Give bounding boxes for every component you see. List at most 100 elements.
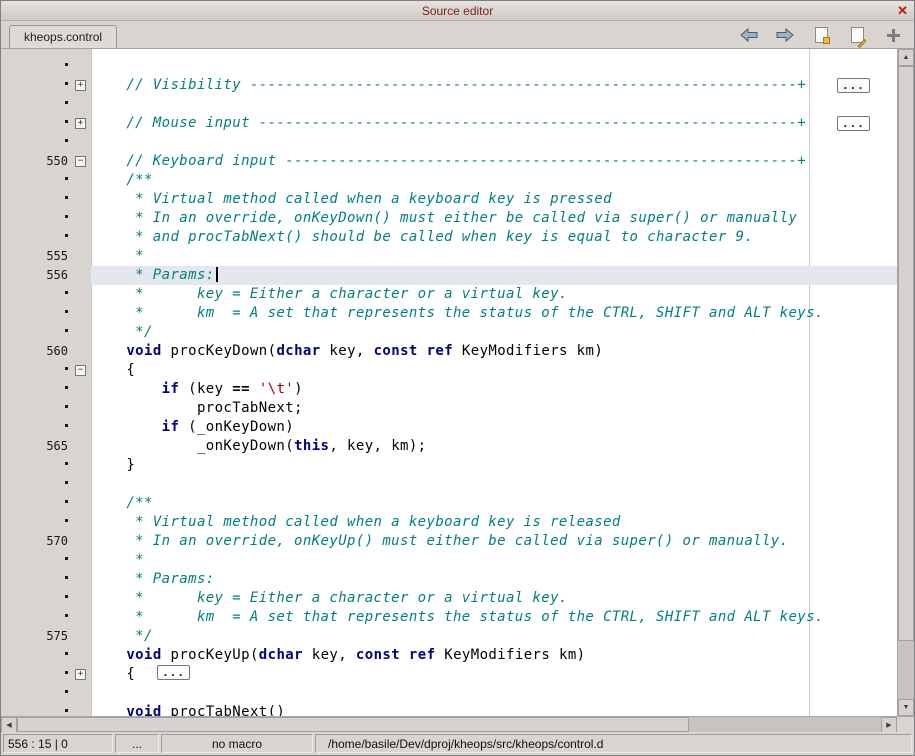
code-line[interactable]: * km = A set that represents the status … (1, 608, 897, 627)
code-text[interactable]: /** (91, 171, 897, 190)
code-text[interactable]: _onKeyDown(this, key, km); (91, 437, 897, 456)
code-line[interactable]: procTabNext; (1, 399, 897, 418)
code-text[interactable] (91, 684, 897, 703)
horizontal-scroll-track[interactable] (17, 717, 881, 732)
code-line[interactable]: * Params: (1, 570, 897, 589)
code-line[interactable]: − { (1, 361, 897, 380)
code-line[interactable]: + // Visibility ------------------------… (1, 76, 897, 95)
fold-collapse-icon[interactable]: − (75, 365, 86, 376)
folded-code-ellipsis[interactable]: ... (157, 665, 190, 680)
code-line[interactable] (1, 684, 897, 703)
code-text[interactable]: * km = A set that represents the status … (91, 304, 897, 323)
code-text[interactable]: * Params: (91, 266, 897, 285)
previous-location-icon[interactable] (738, 24, 760, 46)
code-editor[interactable]: + // Visibility ------------------------… (1, 49, 897, 716)
code-line[interactable]: } (1, 456, 897, 475)
code-line[interactable]: + {... (1, 665, 897, 684)
fold-collapse-icon[interactable]: − (75, 156, 86, 167)
fold-column: + (73, 665, 91, 684)
down-arrow-icon: ▼ (903, 704, 910, 711)
code-line[interactable]: * Virtual method called when a keyboard … (1, 190, 897, 209)
code-line[interactable]: void procTabNext() (1, 703, 897, 716)
code-line[interactable]: 555 * (1, 247, 897, 266)
code-text[interactable]: * In an override, onKeyUp() must either … (91, 532, 897, 551)
code-line[interactable]: * km = A set that represents the status … (1, 304, 897, 323)
code-line[interactable]: * (1, 551, 897, 570)
code-line[interactable]: * In an override, onKeyDown() must eithe… (1, 209, 897, 228)
code-text[interactable]: void procKeyDown(dchar key, const ref Ke… (91, 342, 897, 361)
code-text[interactable]: procTabNext; (91, 399, 897, 418)
next-location-icon[interactable] (774, 24, 796, 46)
code-line[interactable]: * key = Either a character or a virtual … (1, 589, 897, 608)
horizontal-scrollbar[interactable]: ◀ ▶ (1, 716, 914, 732)
code-text[interactable]: if (_onKeyDown) (91, 418, 897, 437)
code-text[interactable]: // Mouse input -------------------------… (91, 114, 897, 133)
code-text[interactable]: if (key == '\t') (91, 380, 897, 399)
fold-expand-icon[interactable]: + (75, 669, 86, 680)
code-line[interactable]: /** (1, 171, 897, 190)
tab-kheops-control[interactable]: kheops.control (9, 25, 117, 48)
vertical-scroll-track[interactable] (898, 66, 914, 699)
code-text[interactable] (91, 57, 897, 76)
scroll-down-button[interactable]: ▼ (898, 699, 914, 716)
new-document-icon[interactable] (810, 24, 832, 46)
horizontal-scroll-thumb[interactable] (17, 717, 689, 732)
code-line[interactable]: if (_onKeyDown) (1, 418, 897, 437)
code-line[interactable]: * Virtual method called when a keyboard … (1, 513, 897, 532)
folded-code-ellipsis[interactable]: ... (837, 78, 870, 93)
scroll-up-button[interactable]: ▲ (898, 49, 914, 66)
code-line[interactable]: + // Mouse input -----------------------… (1, 114, 897, 133)
code-text[interactable]: * key = Either a character or a virtual … (91, 589, 897, 608)
code-line[interactable]: 560 void procKeyDown(dchar key, const re… (1, 342, 897, 361)
code-text[interactable]: } (91, 456, 897, 475)
edit-document-icon[interactable] (846, 24, 868, 46)
vertical-scrollbar[interactable]: ▲ ▼ (897, 49, 914, 716)
code-line[interactable]: if (key == '\t') (1, 380, 897, 399)
code-text[interactable]: /** (91, 494, 897, 513)
code-text[interactable]: { (91, 361, 897, 380)
code-line[interactable]: 575 */ (1, 627, 897, 646)
code-text[interactable] (91, 95, 897, 114)
code-line[interactable] (1, 475, 897, 494)
code-text[interactable]: */ (91, 627, 897, 646)
code-text[interactable]: */ (91, 323, 897, 342)
close-icon[interactable]: ✕ (897, 3, 908, 19)
fold-expand-icon[interactable]: + (75, 118, 86, 129)
code-line[interactable] (1, 133, 897, 152)
titlebar[interactable]: Source editor ✕ (1, 1, 914, 21)
code-text[interactable]: {... (91, 665, 897, 684)
code-line[interactable]: * key = Either a character or a virtual … (1, 285, 897, 304)
scroll-right-button[interactable]: ▶ (881, 717, 897, 733)
code-text[interactable]: * (91, 247, 897, 266)
code-text[interactable]: * key = Either a character or a virtual … (91, 285, 897, 304)
code-line[interactable]: 565 _onKeyDown(this, key, km); (1, 437, 897, 456)
scroll-left-button[interactable]: ◀ (1, 717, 17, 733)
code-text[interactable]: // Visibility --------------------------… (91, 76, 897, 95)
code-line[interactable]: void procKeyUp(dchar key, const ref KeyM… (1, 646, 897, 665)
code-line[interactable]: 570 * In an override, onKeyUp() must eit… (1, 532, 897, 551)
code-text[interactable]: void procTabNext() (91, 703, 897, 716)
code-text[interactable]: void procKeyUp(dchar key, const ref KeyM… (91, 646, 897, 665)
code-line[interactable] (1, 57, 897, 76)
editor-area: + // Visibility ------------------------… (1, 49, 914, 716)
code-text[interactable]: * (91, 551, 897, 570)
code-line[interactable]: */ (1, 323, 897, 342)
code-text[interactable] (91, 133, 897, 152)
vertical-scroll-thumb[interactable] (898, 66, 914, 641)
code-line[interactable]: /** (1, 494, 897, 513)
code-text[interactable] (91, 475, 897, 494)
code-line[interactable]: * and procTabNext() should be called whe… (1, 228, 897, 247)
code-text[interactable]: * Virtual method called when a keyboard … (91, 190, 897, 209)
code-text[interactable]: * In an override, onKeyDown() must eithe… (91, 209, 897, 228)
code-line[interactable] (1, 95, 897, 114)
code-line[interactable]: 550− // Keyboard input -----------------… (1, 152, 897, 171)
code-text[interactable]: * and procTabNext() should be called whe… (91, 228, 897, 247)
code-text[interactable]: * km = A set that represents the status … (91, 608, 897, 627)
code-text[interactable]: * Virtual method called when a keyboard … (91, 513, 897, 532)
folded-code-ellipsis[interactable]: ... (837, 116, 870, 131)
fold-expand-icon[interactable]: + (75, 80, 86, 91)
code-text[interactable]: * Params: (91, 570, 897, 589)
split-view-icon[interactable] (882, 24, 904, 46)
code-text[interactable]: // Keyboard input ----------------------… (91, 152, 897, 171)
code-line[interactable]: 556 * Params: (1, 266, 897, 285)
